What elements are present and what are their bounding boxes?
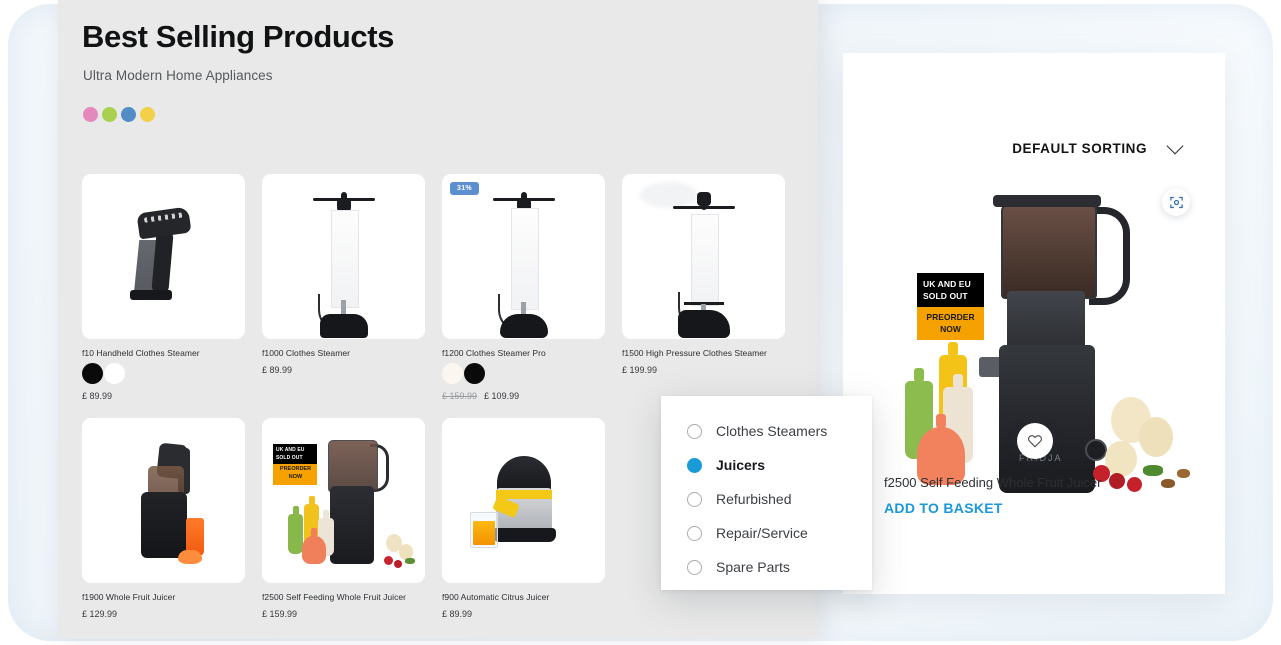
product-thumbnail[interactable] — [82, 418, 245, 583]
filter-option-label: Refurbished — [716, 491, 792, 507]
product-price-row: £ 159.99 — [262, 609, 425, 619]
page-stage: Best Selling Products Ultra Modern Home … — [0, 0, 1281, 645]
sorting-label: DEFAULT SORTING — [1012, 141, 1147, 156]
sold-out-badge: UK AND EU SOLD OUT — [273, 444, 317, 464]
filter-option-label: Spare Parts — [716, 559, 790, 575]
product-price: £ 89.99 — [262, 365, 293, 375]
jar-juicer-illustration — [262, 418, 425, 583]
product-card[interactable]: f1900 Whole Fruit Juicer £ 129.99 — [82, 418, 245, 619]
stock-badge-group: UK AND EU SOLD OUT PREORDER NOW — [273, 444, 317, 485]
upright-steamer-pro-illustration — [442, 174, 605, 339]
swatch-black[interactable] — [82, 363, 103, 384]
sorting-dropdown[interactable]: DEFAULT SORTING — [1012, 137, 1184, 156]
product-name: f1000 Clothes Steamer — [262, 348, 350, 358]
citrus-juicer-illustration — [442, 418, 605, 583]
product-name: f10 Handheld Clothes Steamer — [82, 348, 200, 358]
filter-option-label: Clothes Steamers — [716, 423, 828, 439]
page-title: Best Selling Products — [82, 19, 394, 54]
filter-option-spare-parts[interactable]: Spare Parts — [687, 550, 872, 584]
detail-juicer-illustration: FRIDJA — [843, 165, 1225, 525]
tall-juicer-illustration — [82, 418, 245, 583]
product-card[interactable]: 31% f1200 Clothes Steamer Pro £ 159.99 £… — [442, 174, 605, 401]
product-price-row: £ 89.99 — [82, 391, 245, 401]
sold-out-badge: UK AND EU SOLD OUT — [917, 273, 984, 307]
product-card[interactable]: UK AND EU SOLD OUT PREORDER NOW f2500 Se… — [262, 418, 425, 619]
radio-icon-selected[interactable] — [687, 457, 702, 473]
radio-icon[interactable] — [687, 491, 702, 507]
product-price: £ 89.99 — [442, 609, 473, 619]
color-dots — [83, 107, 155, 122]
product-card[interactable]: f900 Automatic Citrus Juicer £ 89.99 — [442, 418, 605, 619]
filter-option-label: Repair/Service — [716, 525, 808, 541]
product-card[interactable]: f1000 Clothes Steamer £ 89.99 — [262, 174, 425, 401]
product-card[interactable]: f1500 High Pressure Clothes Steamer £ 19… — [622, 174, 785, 401]
handheld-steamer-illustration — [82, 174, 245, 339]
product-price: £ 129.99 — [82, 609, 118, 619]
product-name: f2500 Self Feeding Whole Fruit Juicer — [262, 592, 407, 602]
favorite-heart-icon[interactable] — [1017, 423, 1053, 459]
filter-option-repair-service[interactable]: Repair/Service — [687, 516, 872, 550]
product-card[interactable]: f10 Handheld Clothes Steamer £ 89.99 — [82, 174, 245, 401]
radio-icon[interactable] — [687, 525, 702, 541]
radio-icon[interactable] — [687, 559, 702, 575]
filter-option-refurbished[interactable]: Refurbished — [687, 482, 872, 516]
product-thumbnail[interactable]: UK AND EU SOLD OUT PREORDER NOW — [262, 418, 425, 583]
color-dot-pink — [83, 107, 98, 122]
color-dot-yellow — [140, 107, 155, 122]
product-price-row: £ 129.99 — [82, 609, 245, 619]
filter-option-clothes-steamers[interactable]: Clothes Steamers — [687, 414, 872, 448]
detail-product-name: f2500 Self Feeding Whole Fruit Juicer — [884, 475, 1102, 490]
radio-icon[interactable] — [687, 423, 702, 439]
product-swatches[interactable] — [82, 363, 245, 384]
product-thumbnail[interactable]: 31% — [442, 174, 605, 339]
preorder-badge: PREORDER NOW — [273, 464, 317, 485]
upright-steamer-illustration — [262, 174, 425, 339]
product-thumbnail[interactable] — [82, 174, 245, 339]
product-detail-panel: DEFAULT SORTING UK AND EU SOLD OUT PREOR… — [843, 53, 1225, 594]
category-filter-popover[interactable]: Clothes Steamers Juicers Refurbished Rep… — [661, 396, 872, 590]
product-thumbnail[interactable] — [442, 418, 605, 583]
product-price-row: £ 89.99 — [262, 365, 425, 375]
filter-option-juicers[interactable]: Juicers — [687, 448, 872, 482]
preorder-badge: PREORDER NOW — [917, 306, 984, 341]
pressure-steamer-illustration — [622, 174, 785, 339]
product-thumbnail[interactable] — [622, 174, 785, 339]
product-thumbnail[interactable] — [262, 174, 425, 339]
product-name: f1200 Clothes Steamer Pro — [442, 348, 546, 358]
swatch-black[interactable] — [464, 363, 485, 384]
product-price: £ 109.99 — [484, 391, 520, 401]
product-swatches[interactable] — [442, 363, 605, 384]
chevron-down-icon[interactable] — [1166, 137, 1184, 155]
product-name: f1900 Whole Fruit Juicer — [82, 592, 176, 602]
product-price-row: £ 159.99 £ 109.99 — [442, 391, 605, 401]
product-old-price: £ 159.99 — [442, 391, 478, 401]
zoom-scan-icon[interactable] — [1162, 188, 1190, 216]
detail-hero-image[interactable]: UK AND EU SOLD OUT PREORDER NOW FRIDJA — [843, 165, 1225, 525]
add-to-basket-button[interactable]: ADD TO BASKET — [884, 500, 1003, 516]
color-dot-blue — [121, 107, 136, 122]
filter-option-label: Juicers — [716, 457, 766, 473]
swatch-white[interactable] — [104, 363, 125, 384]
swatch-cream[interactable] — [442, 363, 463, 384]
page-subtitle: Ultra Modern Home Appliances — [83, 68, 273, 83]
product-name: f900 Automatic Citrus Juicer — [442, 592, 550, 602]
discount-badge: 31% — [450, 182, 479, 195]
product-price-row: £ 199.99 — [622, 365, 785, 375]
product-price-row: £ 89.99 — [442, 609, 605, 619]
product-price: £ 159.99 — [262, 609, 298, 619]
product-name: f1500 High Pressure Clothes Steamer — [622, 348, 767, 358]
detail-badge-group: UK AND EU SOLD OUT PREORDER NOW — [917, 273, 984, 341]
product-price: £ 89.99 — [82, 391, 113, 401]
product-price: £ 199.99 — [622, 365, 658, 375]
color-dot-green — [102, 107, 117, 122]
category-filter-list: Clothes Steamers Juicers Refurbished Rep… — [661, 396, 872, 584]
